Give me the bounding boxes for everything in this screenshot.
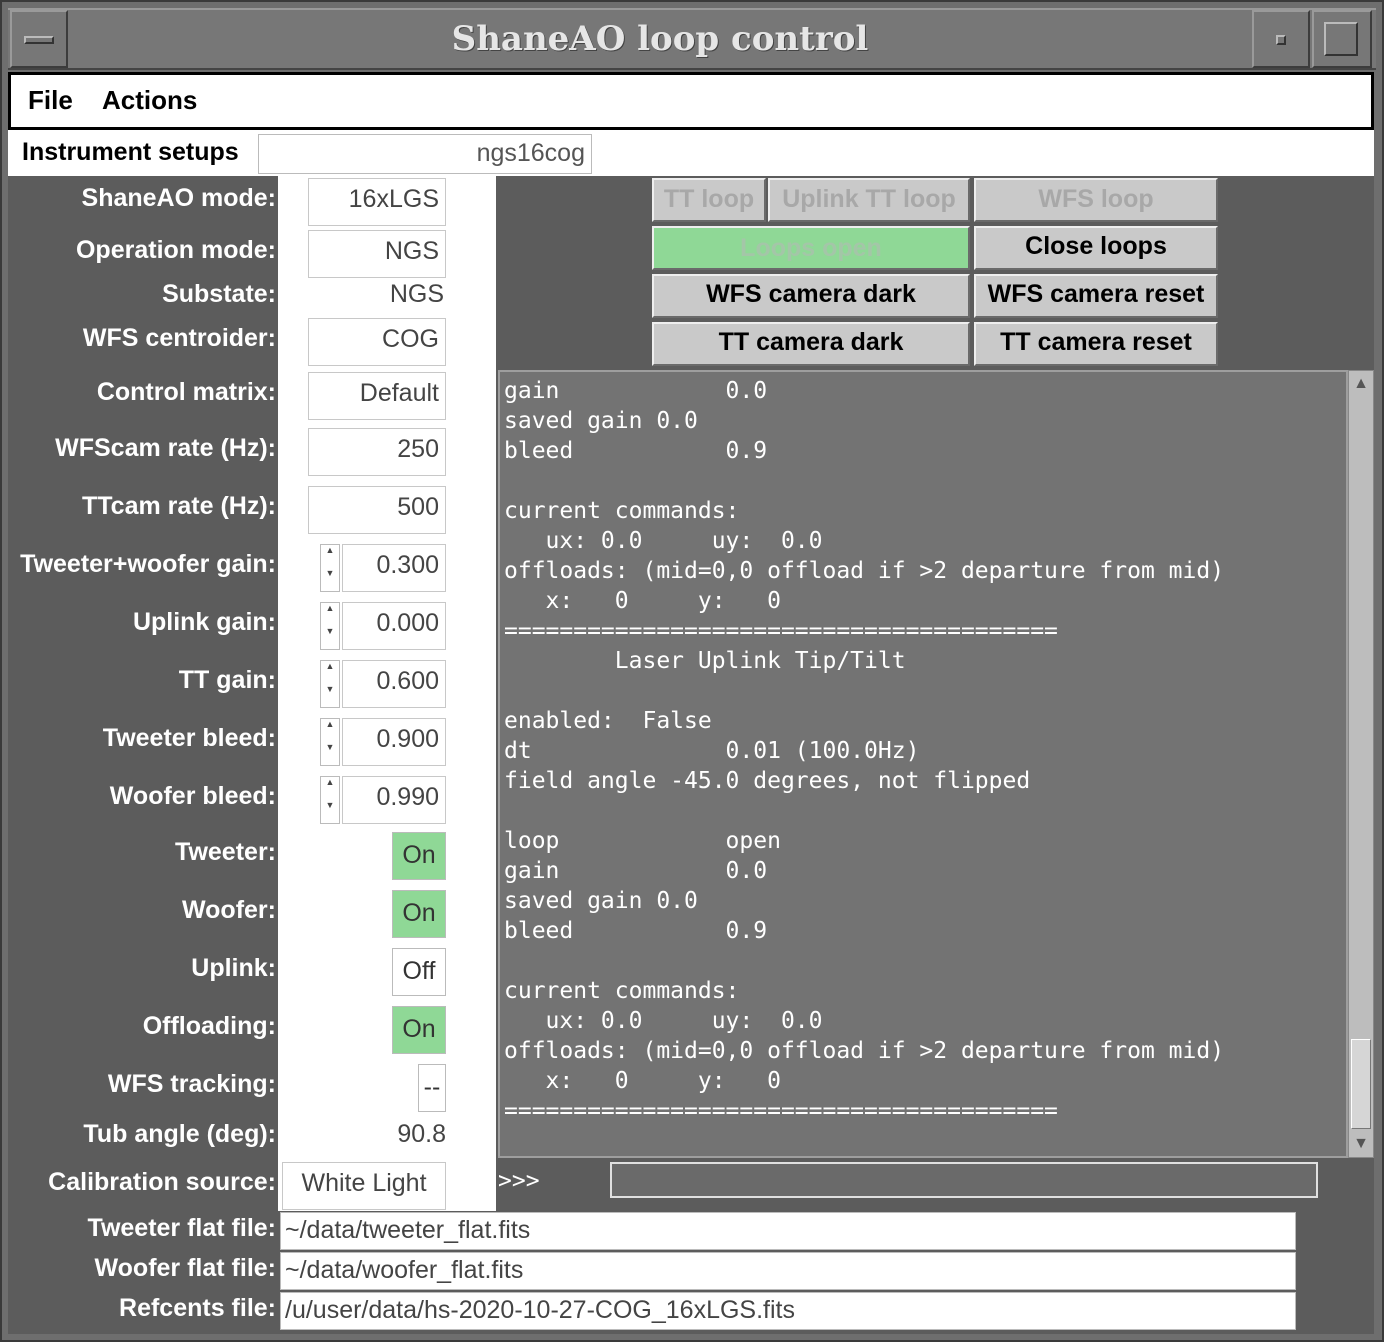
console-prompt: >>> xyxy=(498,1168,540,1194)
cal-source-field[interactable]: White Light xyxy=(282,1162,446,1210)
tweeter-bleed-spinner[interactable]: ▲ ▼ xyxy=(320,718,340,766)
setups-select[interactable]: ngs16cog xyxy=(258,134,592,174)
tweeter-label: Tweeter: xyxy=(175,838,276,866)
cal-source-label: Calibration source: xyxy=(48,1168,276,1196)
woofer-bleed-field[interactable]: 0.990 xyxy=(342,776,446,824)
setups-label: Instrument setups xyxy=(22,138,239,166)
minimize-button[interactable] xyxy=(1252,10,1310,68)
command-input[interactable] xyxy=(610,1162,1318,1198)
tt-camera-reset-button[interactable]: TT camera reset xyxy=(974,322,1218,366)
wfs-camera-dark-button[interactable]: WFS camera dark xyxy=(652,274,970,318)
woofer-flat-label: Woofer flat file: xyxy=(94,1254,276,1282)
tw-gain-spinner[interactable]: ▲ ▼ xyxy=(320,544,340,592)
console-text: gain 0.0 saved gain 0.0 bleed 0.9 curren… xyxy=(504,378,1225,1124)
console-scrollbar[interactable]: ▲ ▼ xyxy=(1348,370,1374,1158)
uplink-gain-field[interactable]: 0.000 xyxy=(342,602,446,650)
tweeter-flat-label: Tweeter flat file: xyxy=(87,1214,276,1242)
window-title: ShaneAO loop control xyxy=(451,19,869,59)
menu-bar: File Actions xyxy=(8,72,1374,130)
loops-open-button[interactable]: Loops open xyxy=(652,226,970,270)
wfs-centroider-label: WFS centroider: xyxy=(82,324,276,352)
maximize-button[interactable] xyxy=(1312,10,1372,68)
maximize-icon xyxy=(1324,22,1358,56)
spin-up-icon[interactable]: ▲ xyxy=(321,661,339,684)
tub-angle-label: Tub angle (deg): xyxy=(83,1120,276,1148)
uplink-toggle[interactable]: Off xyxy=(392,948,446,996)
tw-gain-field[interactable]: 0.300 xyxy=(342,544,446,592)
uplink-tt-loop-button[interactable]: Uplink TT loop xyxy=(768,178,970,222)
window-menu-icon xyxy=(24,36,54,44)
offloading-label: Offloading: xyxy=(142,1012,276,1040)
ttcam-rate-field[interactable]: 500 xyxy=(308,486,446,534)
scroll-down-icon[interactable]: ▼ xyxy=(1351,1133,1371,1155)
tweeter-flat-field[interactable]: ~/data/tweeter_flat.fits xyxy=(280,1212,1296,1250)
refcents-label: Refcents file: xyxy=(119,1294,276,1322)
operation-mode-field[interactable]: NGS xyxy=(308,230,446,278)
control-matrix-field[interactable]: Default xyxy=(308,372,446,420)
woofer-bleed-label: Woofer bleed: xyxy=(109,782,276,810)
spin-up-icon[interactable]: ▲ xyxy=(321,777,339,800)
woofer-bleed-spinner[interactable]: ▲ ▼ xyxy=(320,776,340,824)
uplink-gain-label: Uplink gain: xyxy=(132,608,276,636)
scroll-up-icon[interactable]: ▲ xyxy=(1351,373,1371,395)
wfs-tracking-toggle[interactable]: -- xyxy=(418,1064,446,1112)
minimize-icon xyxy=(1276,35,1286,45)
wfscam-rate-field[interactable]: 250 xyxy=(308,428,446,476)
spin-up-icon[interactable]: ▲ xyxy=(321,603,339,626)
tweeter-bleed-field[interactable]: 0.900 xyxy=(342,718,446,766)
substate-value: NGS xyxy=(389,280,444,308)
window-menu-button[interactable] xyxy=(10,10,68,68)
uplink-label: Uplink: xyxy=(191,954,276,982)
tt-loop-button[interactable]: TT loop xyxy=(652,178,766,222)
offloading-toggle[interactable]: On xyxy=(392,1006,446,1054)
woofer-toggle[interactable]: On xyxy=(392,890,446,938)
woofer-flat-field[interactable]: ~/data/woofer_flat.fits xyxy=(280,1252,1296,1290)
tweeter-toggle[interactable]: On xyxy=(392,832,446,880)
wfs-camera-reset-button[interactable]: WFS camera reset xyxy=(974,274,1218,318)
control-matrix-label: Control matrix: xyxy=(96,378,276,406)
spin-down-icon[interactable]: ▼ xyxy=(321,568,339,591)
spin-down-icon[interactable]: ▼ xyxy=(321,800,339,823)
spin-down-icon[interactable]: ▼ xyxy=(321,626,339,649)
menu-actions[interactable]: Actions xyxy=(102,75,197,127)
console-output[interactable]: gain 0.0 saved gain 0.0 bleed 0.9 curren… xyxy=(498,370,1348,1158)
substate-label: Substate: xyxy=(162,280,276,308)
tub-angle-value: 90.8 xyxy=(397,1120,446,1148)
menu-file[interactable]: File xyxy=(28,75,73,127)
spin-down-icon[interactable]: ▼ xyxy=(321,742,339,765)
wfscam-rate-label: WFScam rate (Hz): xyxy=(55,434,276,462)
refcents-field[interactable]: /u/user/data/hs-2020-10-27-COG_16xLGS.fi… xyxy=(280,1292,1296,1330)
shaneao-mode-label: ShaneAO mode: xyxy=(81,184,276,212)
scrollbar-thumb[interactable] xyxy=(1351,1039,1371,1129)
wfs-centroider-field[interactable]: COG xyxy=(308,318,446,366)
wfs-loop-button[interactable]: WFS loop xyxy=(974,178,1218,222)
shaneao-mode-field[interactable]: 16xLGS xyxy=(308,178,446,226)
operation-mode-label: Operation mode: xyxy=(75,236,276,264)
close-loops-button[interactable]: Close loops xyxy=(974,226,1218,270)
ttcam-rate-label: TTcam rate (Hz): xyxy=(81,492,276,520)
woofer-label: Woofer: xyxy=(182,896,276,924)
spin-down-icon[interactable]: ▼ xyxy=(321,684,339,707)
tt-camera-dark-button[interactable]: TT camera dark xyxy=(652,322,970,366)
tweeter-bleed-label: Tweeter bleed: xyxy=(102,724,276,752)
wfs-tracking-label: WFS tracking: xyxy=(107,1070,276,1098)
tt-gain-label: TT gain: xyxy=(178,666,276,694)
tw-gain-label: Tweeter+woofer gain: xyxy=(20,550,276,578)
spin-up-icon[interactable]: ▲ xyxy=(321,719,339,742)
spin-up-icon[interactable]: ▲ xyxy=(321,545,339,568)
tt-gain-field[interactable]: 0.600 xyxy=(342,660,446,708)
uplink-gain-spinner[interactable]: ▲ ▼ xyxy=(320,602,340,650)
tt-gain-spinner[interactable]: ▲ ▼ xyxy=(320,660,340,708)
